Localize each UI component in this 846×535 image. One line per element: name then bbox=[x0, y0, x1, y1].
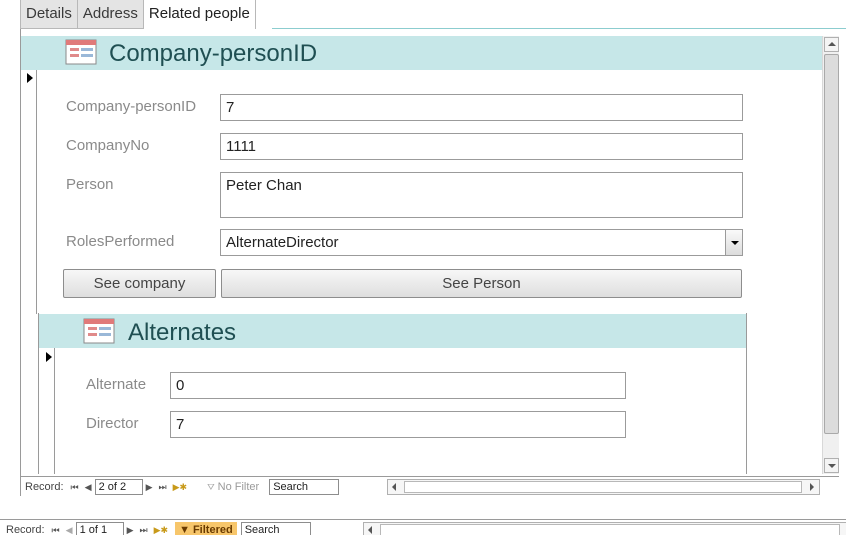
company-no-label: CompanyNo bbox=[66, 137, 150, 154]
inner-record-label: Record: bbox=[25, 481, 64, 493]
outer-record-position[interactable]: 1 of 1 bbox=[75, 522, 124, 535]
form-icon bbox=[65, 39, 97, 65]
alternates-form-icon bbox=[83, 318, 115, 344]
outer-next-record-icon[interactable]: ▶ bbox=[124, 525, 137, 535]
inner-new-record-icon[interactable]: ▶✱ bbox=[170, 482, 190, 493]
alternates-title: Alternates bbox=[128, 319, 237, 346]
outer-hscroll-thumb[interactable] bbox=[380, 524, 840, 535]
scroll-left-icon[interactable] bbox=[388, 480, 402, 494]
vertical-scrollbar[interactable] bbox=[822, 36, 839, 474]
company-no-field[interactable]: 1111 bbox=[220, 133, 743, 160]
scroll-right-icon[interactable] bbox=[805, 480, 819, 494]
tab-strip: Details Address Related people bbox=[20, 0, 256, 29]
person-label: Person bbox=[66, 176, 114, 193]
alternate-field[interactable]: 0 bbox=[170, 372, 626, 399]
outer-horizontal-scrollbar[interactable] bbox=[363, 522, 846, 535]
filtered-toggle[interactable]: ▼ Filtered bbox=[175, 522, 237, 535]
company-person-id-label: Company-personID bbox=[66, 98, 197, 115]
inner-hscroll-thumb[interactable] bbox=[404, 481, 802, 493]
outer-search-box[interactable]: Search bbox=[240, 522, 311, 535]
director-field[interactable]: 7 bbox=[170, 411, 626, 438]
company-person-id-field[interactable]: 7 bbox=[220, 94, 743, 121]
alternates-header: Alternates bbox=[39, 314, 746, 348]
inner-search-box[interactable]: Search bbox=[269, 479, 340, 495]
current-record-arrow-icon bbox=[27, 73, 33, 83]
roles-performed-value: AlternateDirector bbox=[226, 234, 339, 251]
see-company-button[interactable]: See company bbox=[63, 269, 216, 298]
scroll-thumb[interactable] bbox=[824, 54, 839, 434]
form-header: Company-personID bbox=[21, 36, 822, 70]
alternate-label: Alternate bbox=[86, 376, 147, 393]
scroll-up-icon[interactable] bbox=[824, 37, 839, 52]
outer-record-label: Record: bbox=[6, 524, 45, 535]
inner-next-record-icon[interactable]: ▶ bbox=[143, 482, 156, 493]
outer-prev-record-icon[interactable]: ◀ bbox=[63, 525, 76, 535]
form-title: Company-personID bbox=[109, 40, 318, 67]
no-filter-icon: ⛛ bbox=[207, 481, 215, 492]
scroll-down-icon[interactable] bbox=[824, 458, 839, 473]
roles-performed-select[interactable]: AlternateDirector bbox=[220, 229, 743, 256]
filter-funnel-icon: ▼ bbox=[179, 524, 190, 535]
outer-last-record-icon[interactable]: ⏭ bbox=[136, 525, 150, 535]
outer-nav-divider bbox=[0, 519, 846, 520]
director-label: Director bbox=[86, 415, 139, 432]
roles-performed-label: RolesPerformed bbox=[66, 233, 175, 250]
see-person-button[interactable]: See Person bbox=[221, 269, 742, 298]
tab-related-people[interactable]: Related people bbox=[142, 0, 256, 29]
outer-new-record-icon[interactable]: ▶✱ bbox=[151, 525, 171, 535]
roles-dropdown-button[interactable] bbox=[725, 230, 742, 255]
alternates-record-selector[interactable] bbox=[39, 348, 55, 474]
alternates-current-record-arrow-icon bbox=[46, 352, 52, 362]
inner-last-record-icon[interactable]: ⏭ bbox=[155, 482, 169, 493]
tab-details[interactable]: Details bbox=[20, 0, 77, 29]
inner-horizontal-scrollbar[interactable] bbox=[387, 479, 820, 495]
inner-prev-record-icon[interactable]: ◀ bbox=[82, 482, 95, 493]
inner-first-record-icon[interactable]: ⏮ bbox=[68, 482, 82, 493]
inner-filter-status[interactable]: No Filter bbox=[218, 481, 260, 493]
inner-nav-divider bbox=[21, 476, 839, 477]
tab-address[interactable]: Address bbox=[76, 0, 143, 29]
person-field[interactable]: Peter Chan bbox=[220, 172, 743, 218]
record-selector[interactable] bbox=[21, 70, 37, 314]
outer-filter-status: Filtered bbox=[192, 524, 233, 535]
outer-first-record-icon[interactable]: ⏮ bbox=[49, 525, 63, 535]
inner-record-position[interactable]: 2 of 2 bbox=[94, 479, 143, 495]
outer-scroll-left-icon[interactable] bbox=[364, 523, 378, 535]
